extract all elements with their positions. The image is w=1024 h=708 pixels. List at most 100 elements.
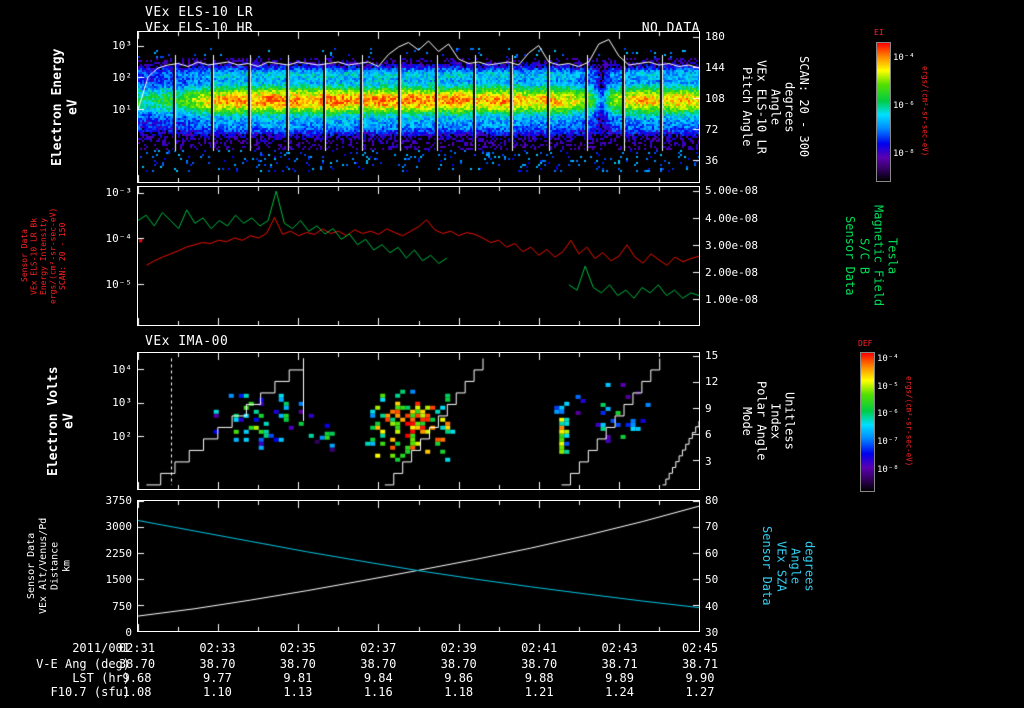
axis-tick-label: 15 <box>705 348 719 362</box>
colorbar1 <box>876 42 891 182</box>
bottom-value: 1.08 <box>122 685 152 699</box>
colorbar-tick-label: 10⁻⁷ <box>877 437 899 448</box>
bottom-value: 1.27 <box>685 685 715 699</box>
bottom-value: 1.21 <box>524 685 554 699</box>
row-label-f107: F10.7 (sfu) <box>50 685 130 699</box>
bottom-value: 9.84 <box>363 671 393 685</box>
bottom-value: 38.71 <box>681 657 719 671</box>
axis-tick-label: 30 <box>705 626 719 639</box>
els-spectrogram-canvas <box>138 32 699 182</box>
panel2-left-axis-label: Sensor Data VEx ELS-10 LR Bk Energy Inte… <box>20 207 67 305</box>
bottom-value: 9.68 <box>122 671 152 685</box>
bottom-value: 1.13 <box>283 685 313 699</box>
intensity-bfield-panel <box>137 186 700 326</box>
axis-tick-label: 6 <box>705 428 712 442</box>
panel1-right-axis-label: Pitch Angle VEx ELS-10 LR Angle degrees … <box>740 56 811 158</box>
ima-spectrogram-panel <box>137 352 700 490</box>
axis-tick-label: 10⁴ <box>112 362 132 376</box>
axis-tick-label: 10¹ <box>112 102 132 116</box>
bottom-value: 9.86 <box>444 671 474 685</box>
ima-spectrogram-canvas <box>138 353 699 489</box>
ephemeris-canvas <box>138 501 699 631</box>
plot-window: VEx ELS-10 LR VEx ELS-10 HR NO DATA Elec… <box>0 0 1024 708</box>
colorbar2 <box>860 352 875 492</box>
time-label: 02:45 <box>681 641 719 655</box>
bottom-value: 38.70 <box>521 657 558 671</box>
panel3-title: VEx IMA-00 <box>145 334 229 349</box>
bottom-value: 1.16 <box>363 685 393 699</box>
axis-tick-label: 10² <box>112 70 132 84</box>
time-label: 02:31 <box>118 641 156 655</box>
colorbar-tick-label: 10⁻⁴ <box>877 354 899 365</box>
axis-tick-label: 108 <box>705 91 725 105</box>
time-label: 02:33 <box>199 641 236 655</box>
colorbar1-ticks: 10⁻⁴ 10⁻⁶ 10⁻⁸ <box>893 42 919 180</box>
panel4-left-axis-label: Sensor Data VEx Alt/Venus/Pd Distance km <box>26 517 73 615</box>
axis-tick-label: 1.00e-08 <box>705 293 758 307</box>
axis-tick-label: 3750 <box>105 494 133 507</box>
colorbar-tick-label: 10⁻⁴ <box>893 52 915 63</box>
bottom-value: 9.89 <box>605 671 635 685</box>
bottom-value: 1.10 <box>202 685 232 699</box>
panel4-distance-axis: 3750 3000 2250 1500 750 0 <box>92 494 133 639</box>
colorbar-tick-label: 10⁻⁸ <box>877 464 899 475</box>
time-label: 02:37 <box>360 641 397 655</box>
axis-tick-label: 0 <box>125 626 132 639</box>
bottom-value: 1.24 <box>605 685 635 699</box>
panel4-right-axis-label: Sensor Data VEx SZA Angle degrees <box>760 526 817 606</box>
axis-tick-label: 50 <box>705 573 719 587</box>
els-spectrogram-panel <box>137 31 700 183</box>
time-label: 02:35 <box>279 641 316 655</box>
panel4-sza-axis: 80 70 60 50 40 30 <box>705 494 731 639</box>
axis-tick-label: 10³ <box>112 38 132 52</box>
axis-tick-label: 10⁻⁴ <box>105 231 133 245</box>
time-label: 02:39 <box>440 641 477 655</box>
axis-tick-label: 1500 <box>105 573 133 587</box>
bottom-value: 9.77 <box>202 671 232 685</box>
lst-row: 9.68 9.77 9.81 9.84 9.86 9.88 9.89 9.90 <box>123 671 715 685</box>
axis-tick-label: 9 <box>705 401 712 415</box>
axis-tick-label: 5.00e-08 <box>705 184 758 198</box>
ephemeris-panel <box>137 500 700 632</box>
intensity-bfield-canvas <box>138 187 699 325</box>
axis-tick-label: 3.00e-08 <box>705 238 758 252</box>
panel3-right-axis-label: Mode Polar Angle Index Unitless <box>740 381 797 461</box>
panel2-intensity-axis: 10⁻³ 10⁻⁴ 10⁻⁵ <box>88 186 133 326</box>
colorbar-tick-label: 10⁻⁶ <box>877 409 899 420</box>
panel3-mode-axis: 15 12 9 6 3 <box>705 348 735 490</box>
axis-tick-label: 72 <box>705 123 719 137</box>
axis-tick-label: 60 <box>705 546 719 560</box>
axis-tick-label: 80 <box>705 494 719 507</box>
axis-tick-label: 3 <box>705 454 712 468</box>
axis-tick-label: 4.00e-08 <box>705 211 758 225</box>
colorbar2-label: DEF <box>858 339 873 348</box>
colorbar2-units: ergs/(cm²-sr-sec-eV) <box>904 375 914 467</box>
axis-tick-label: 36 <box>705 154 719 168</box>
axis-tick-label: 3000 <box>105 520 133 534</box>
bottom-value: 38.70 <box>199 657 236 671</box>
axis-tick-label: 10² <box>112 430 132 444</box>
panel2-bfield-axis: 5.00e-08 4.00e-08 3.00e-08 2.00e-08 1.00… <box>705 184 767 326</box>
axis-tick-label: 2250 <box>105 546 133 560</box>
bottom-value: 38.70 <box>360 657 397 671</box>
axis-tick-label: 10⁻⁵ <box>105 278 133 291</box>
panel3-energy-axis: 10⁴ 10³ 10² <box>96 352 132 490</box>
row-label-lst: LST (hr) <box>72 671 130 685</box>
bottom-value: 38.70 <box>118 657 156 671</box>
panel3-y-axis-label: Electron Volts eV <box>46 366 77 476</box>
bottom-value: 9.88 <box>524 671 554 685</box>
colorbar2-ticks: 10⁻⁴ 10⁻⁵ 10⁻⁶ 10⁻⁷ 10⁻⁸ <box>877 352 903 490</box>
axis-tick-label: 750 <box>112 599 132 613</box>
row-label-ve-ang: V-E Ang (deg) <box>36 657 130 671</box>
time-axis: 02:31 02:33 02:35 02:37 02:39 02:41 02:4… <box>119 641 718 655</box>
colorbar-tick-label: 10⁻⁶ <box>893 100 915 111</box>
colorbar-tick-label: 10⁻⁸ <box>893 149 915 160</box>
date-label: 2011/001 <box>72 641 130 655</box>
axis-tick-label: 70 <box>705 520 719 534</box>
panel1-energy-axis: 10³ 10² 10¹ <box>96 31 132 183</box>
bottom-value: 38.70 <box>279 657 316 671</box>
axis-tick-label: 40 <box>705 599 719 613</box>
panel1-pitch-axis: 180 144 108 72 36 <box>705 30 745 183</box>
panel2-right-axis-label: Sensor Data S/C B Magnetic Field Tesla <box>843 205 900 307</box>
bottom-value: 9.81 <box>283 671 313 685</box>
